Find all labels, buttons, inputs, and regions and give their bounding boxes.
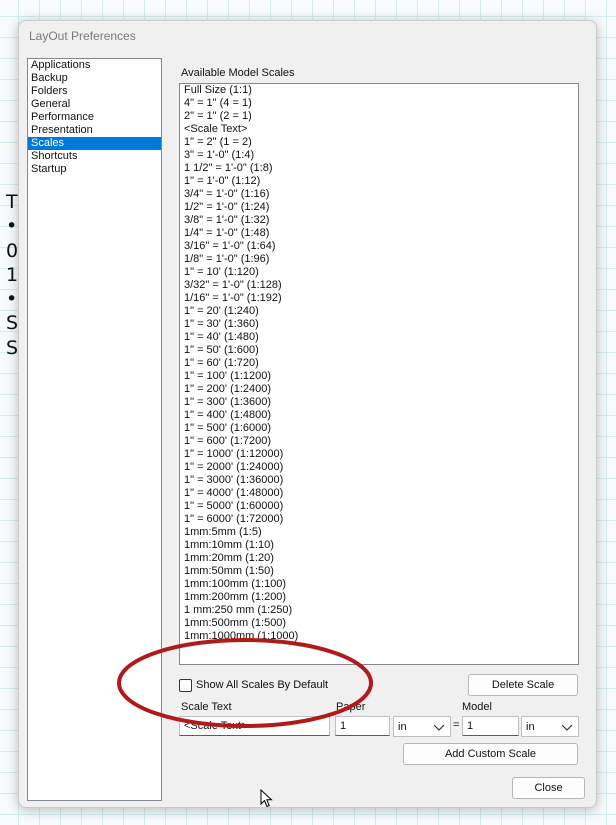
scale-list-item[interactable]: 1" = 500' (1:6000) — [180, 422, 578, 435]
background-document-text: T • 0 1 • S S — [6, 190, 18, 360]
scale-list-item[interactable]: 1/4" = 1'-0" (1:48) — [180, 227, 578, 240]
scale-list-item[interactable]: 1/8" = 1'-0" (1:96) — [180, 253, 578, 266]
scale-list-item[interactable]: 1mm:1000mm (1:1000) — [180, 630, 578, 643]
background-text-line: • — [6, 288, 18, 311]
nav-item-applications[interactable]: Applications — [28, 59, 161, 72]
model-label: Model — [462, 701, 492, 713]
scale-list-item[interactable]: 1mm:100mm (1:100) — [180, 578, 578, 591]
scale-list-item[interactable]: 1mm:5mm (1:5) — [180, 526, 578, 539]
dialog-title: LayOut Preferences — [29, 29, 136, 43]
chevron-down-icon — [433, 724, 445, 731]
scale-list-item[interactable]: 1" = 5000' (1:60000) — [180, 500, 578, 513]
close-button[interactable]: Close — [512, 777, 585, 799]
paper-value-input[interactable]: 1 — [335, 716, 390, 736]
scale-list-item[interactable]: 1" = 1'-0" (1:12) — [180, 175, 578, 188]
model-unit-select[interactable]: in — [521, 716, 579, 737]
nav-item-scales[interactable]: Scales — [28, 137, 161, 150]
scale-list-item[interactable]: 1" = 60' (1:720) — [180, 357, 578, 370]
scale-list-item[interactable]: 1" = 6000' (1:72000) — [180, 513, 578, 526]
background-text-line: T — [6, 191, 18, 213]
scale-list-item[interactable]: 3/32" = 1'-0" (1:128) — [180, 279, 578, 292]
scale-list-item[interactable]: 1 mm:250 mm (1:250) — [180, 604, 578, 617]
add-custom-scale-button[interactable]: Add Custom Scale — [403, 743, 578, 765]
scale-list-item[interactable]: Full Size (1:1) — [180, 84, 578, 97]
scale-list-item[interactable]: 2" = 1" (2 = 1) — [180, 110, 578, 123]
scale-list-item[interactable]: 1mm:10mm (1:10) — [180, 539, 578, 552]
background-text-line: S — [6, 336, 19, 359]
scale-list-item[interactable]: 3/16" = 1'-0" (1:64) — [180, 240, 578, 253]
scale-list-item[interactable]: 1" = 2" (1 = 2) — [180, 136, 578, 149]
scale-list-item[interactable]: 1" = 30' (1:360) — [180, 318, 578, 331]
nav-item-backup[interactable]: Backup — [28, 72, 161, 85]
scale-list-item[interactable]: 1" = 300' (1:3600) — [180, 396, 578, 409]
model-unit-value: in — [526, 720, 535, 733]
scale-list-item[interactable]: <Scale Text> — [180, 123, 578, 136]
nav-item-performance[interactable]: Performance — [28, 111, 161, 124]
nav-item-general[interactable]: General — [28, 98, 161, 111]
model-value-input[interactable]: 1 — [462, 716, 519, 736]
background-text-line: • — [6, 215, 18, 238]
available-scales-label: Available Model Scales — [181, 67, 295, 79]
scale-list-item[interactable]: 3/4" = 1'-0" (1:16) — [180, 188, 578, 201]
background-text-line: 0 — [6, 239, 19, 262]
scale-list-item[interactable]: 1" = 2000' (1:24000) — [180, 461, 578, 474]
scale-list-item[interactable]: 1" = 20' (1:240) — [180, 305, 578, 318]
background-text-line: 1 — [6, 263, 19, 286]
scale-list-item[interactable]: 1" = 400' (1:4800) — [180, 409, 578, 422]
scale-text-label: Scale Text — [181, 701, 232, 713]
scale-list-item[interactable]: 1" = 1000' (1:12000) — [180, 448, 578, 461]
paper-unit-select[interactable]: in — [393, 716, 451, 737]
scale-list-item[interactable]: 1" = 600' (1:7200) — [180, 435, 578, 448]
show-all-scales-label[interactable]: Show All Scales By Default — [196, 679, 328, 691]
nav-item-presentation[interactable]: Presentation — [28, 124, 161, 137]
scale-list-item[interactable]: 1" = 200' (1:2400) — [180, 383, 578, 396]
scale-list-item[interactable]: 1mm:500mm (1:500) — [180, 617, 578, 630]
preferences-nav-list[interactable]: Applications Backup Folders General Perf… — [27, 58, 162, 801]
scale-list-item[interactable]: 1" = 10' (1:120) — [180, 266, 578, 279]
scale-list-item[interactable]: 1mm:200mm (1:200) — [180, 591, 578, 604]
delete-scale-button[interactable]: Delete Scale — [468, 674, 578, 696]
nav-item-startup[interactable]: Startup — [28, 163, 161, 176]
scale-list-item[interactable]: 1/16" = 1'-0" (1:192) — [180, 292, 578, 305]
mouse-cursor-icon — [260, 789, 273, 808]
equals-sign: = — [453, 719, 460, 731]
scale-list-item[interactable]: 1mm:50mm (1:50) — [180, 565, 578, 578]
scale-list-item[interactable]: 1" = 4000' (1:48000) — [180, 487, 578, 500]
scale-list-item[interactable]: 1" = 3000' (1:36000) — [180, 474, 578, 487]
available-scales-list[interactable]: Full Size (1:1) 4" = 1" (4 = 1) 2" = 1" (2… — [179, 83, 579, 665]
scale-list-item[interactable]: 1 1/2" = 1'-0" (1:8) — [180, 162, 578, 175]
scale-list-item[interactable]: 1" = 100' (1:1200) — [180, 370, 578, 383]
preferences-dialog: LayOut Preferences Applications Backup F… — [18, 20, 597, 808]
scale-text-input[interactable]: <Scale Text> — [179, 716, 330, 736]
scale-list-item[interactable]: 3/8" = 1'-0" (1:32) — [180, 214, 578, 227]
show-all-scales-checkbox[interactable] — [179, 678, 192, 692]
nav-item-shortcuts[interactable]: Shortcuts — [28, 150, 161, 163]
paper-label: Paper — [336, 701, 366, 713]
paper-unit-value: in — [398, 720, 407, 733]
scale-list-item[interactable]: 1/2" = 1'-0" (1:24) — [180, 201, 578, 214]
background-text-line: S — [6, 312, 19, 335]
scale-list-item[interactable]: 1mm:20mm (1:20) — [180, 552, 578, 565]
scale-list-item[interactable]: 1" = 40' (1:480) — [180, 331, 578, 344]
nav-item-folders[interactable]: Folders — [28, 85, 161, 98]
show-all-scales-row[interactable]: Show All Scales By Default — [179, 678, 328, 692]
scale-list-item[interactable]: 1" = 50' (1:600) — [180, 344, 578, 357]
scale-list-item[interactable]: 4" = 1" (4 = 1) — [180, 97, 578, 110]
scale-list-item[interactable]: 3" = 1'-0" (1:4) — [180, 149, 578, 162]
chevron-down-icon — [561, 724, 573, 731]
